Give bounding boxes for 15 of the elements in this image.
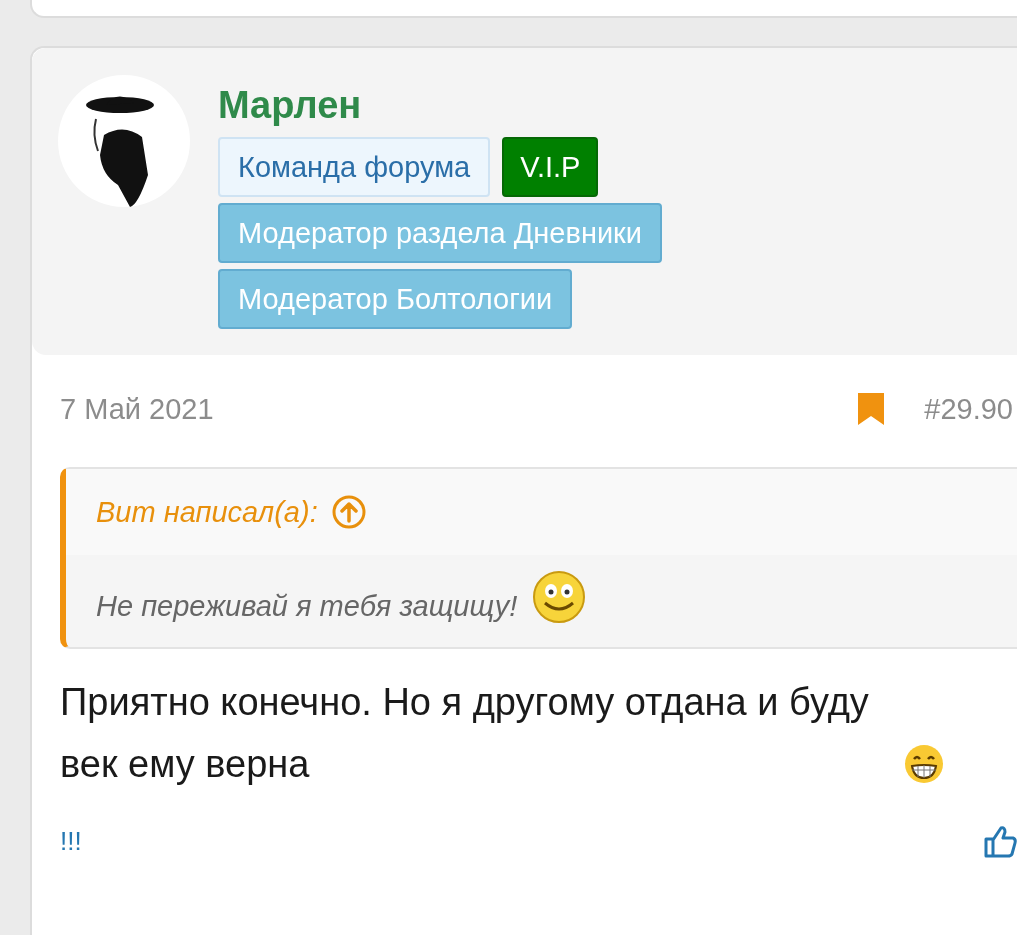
- thumbs-up-icon[interactable]: [983, 824, 1017, 858]
- user-badge: Модератор раздела Дневники: [218, 203, 662, 263]
- quote-author[interactable]: Вит написал(а):: [96, 495, 318, 529]
- user-badge: Модератор Болтологии: [218, 269, 573, 329]
- smiley-icon: [531, 569, 588, 625]
- quote-text: Не переживай я тебя защищу!: [96, 589, 518, 623]
- author-name[interactable]: Марлен: [218, 81, 662, 129]
- post-date[interactable]: 7 Май 2021: [60, 392, 214, 426]
- user-badge: V.I.P: [502, 137, 599, 197]
- footer-link[interactable]: !!!: [60, 825, 82, 857]
- user-badge: Команда форума: [218, 137, 491, 197]
- post-number[interactable]: #29.90: [924, 392, 1013, 426]
- grin-emoji-icon: [904, 744, 944, 784]
- message-text: Приятно конечно. Но я другому отдана и буду век ему верна: [60, 680, 870, 787]
- avatar[interactable]: [58, 75, 190, 207]
